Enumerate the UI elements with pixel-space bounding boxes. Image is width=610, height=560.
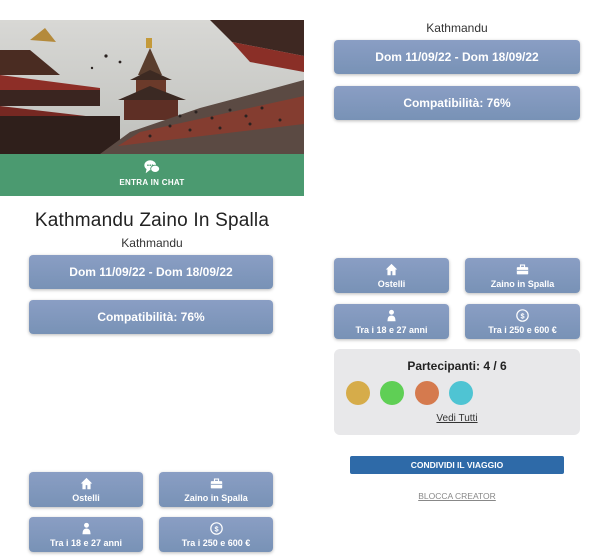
feature-label: Zaino in Spalla — [490, 278, 555, 289]
feature-tile-budget[interactable]: $ Tra i 250 e 600 € — [159, 517, 273, 552]
feature-tile-age-right[interactable]: Tra i 18 e 27 anni — [334, 304, 449, 339]
chat-bubbles-icon — [144, 160, 161, 174]
feature-tile-age[interactable]: Tra i 18 e 27 anni — [29, 517, 143, 552]
dates-button-right[interactable]: Dom 11/09/22 - Dom 18/09/22 — [334, 40, 580, 74]
feature-label: Ostelli — [72, 492, 100, 503]
suitcase-icon — [516, 263, 529, 274]
see-all-participants-link[interactable]: Vedi Tutti — [334, 413, 580, 424]
block-creator-link[interactable]: BLOCCA CREATOR — [350, 491, 564, 501]
dates-button[interactable]: Dom 11/09/22 - Dom 18/09/22 — [29, 255, 273, 289]
compatibility-button-right[interactable]: Compatibilità: 76% — [334, 86, 580, 120]
compatibility-button[interactable]: Compatibilità: 76% — [29, 300, 273, 334]
person-icon — [387, 309, 396, 321]
trip-city-header: Kathmandu — [426, 21, 488, 35]
participants-panel: Partecipanti: 4 / 6 Vedi Tutti — [334, 349, 580, 435]
house-icon — [385, 263, 398, 275]
avatar[interactable] — [415, 381, 439, 405]
feature-tile-zaino[interactable]: Zaino in Spalla — [159, 472, 273, 507]
avatar[interactable] — [449, 381, 473, 405]
feature-tile-ostelli-right[interactable]: Ostelli — [334, 258, 449, 293]
trip-title: Kathmandu Zaino In Spalla — [34, 210, 270, 231]
feature-label: Tra i 18 e 27 anni — [49, 537, 123, 548]
feature-tile-zaino-right[interactable]: Zaino in Spalla — [465, 258, 580, 293]
avatar[interactable] — [380, 381, 404, 405]
participants-count: Partecipanti: 4 / 6 — [407, 359, 507, 373]
enter-chat-button[interactable]: ENTRA IN CHAT — [0, 154, 304, 196]
avatar[interactable] — [346, 381, 370, 405]
feature-label: Ostelli — [377, 278, 406, 289]
svg-text:$: $ — [520, 311, 524, 320]
feature-label: Tra i 250 e 600 € — [181, 537, 251, 548]
feature-label: Tra i 18 e 27 anni — [355, 324, 428, 335]
feature-tile-ostelli[interactable]: Ostelli — [29, 472, 143, 507]
trip-cover-image — [0, 20, 304, 154]
enter-chat-label: ENTRA IN CHAT — [119, 178, 185, 187]
share-trip-button[interactable]: CONDIVIDI IL VIAGGIO — [350, 456, 564, 474]
feature-tile-budget-right[interactable]: $ Tra i 250 e 600 € — [465, 304, 580, 339]
house-icon — [80, 477, 92, 489]
svg-text:$: $ — [214, 524, 218, 533]
trip-city: Kathmandu — [121, 236, 183, 250]
coin-icon: $ — [209, 521, 223, 535]
person-icon — [81, 522, 91, 534]
coin-icon: $ — [516, 308, 529, 322]
feature-label: Zaino in Spalla — [184, 492, 248, 503]
suitcase-icon — [210, 477, 222, 488]
feature-label: Tra i 250 e 600 € — [488, 324, 557, 335]
